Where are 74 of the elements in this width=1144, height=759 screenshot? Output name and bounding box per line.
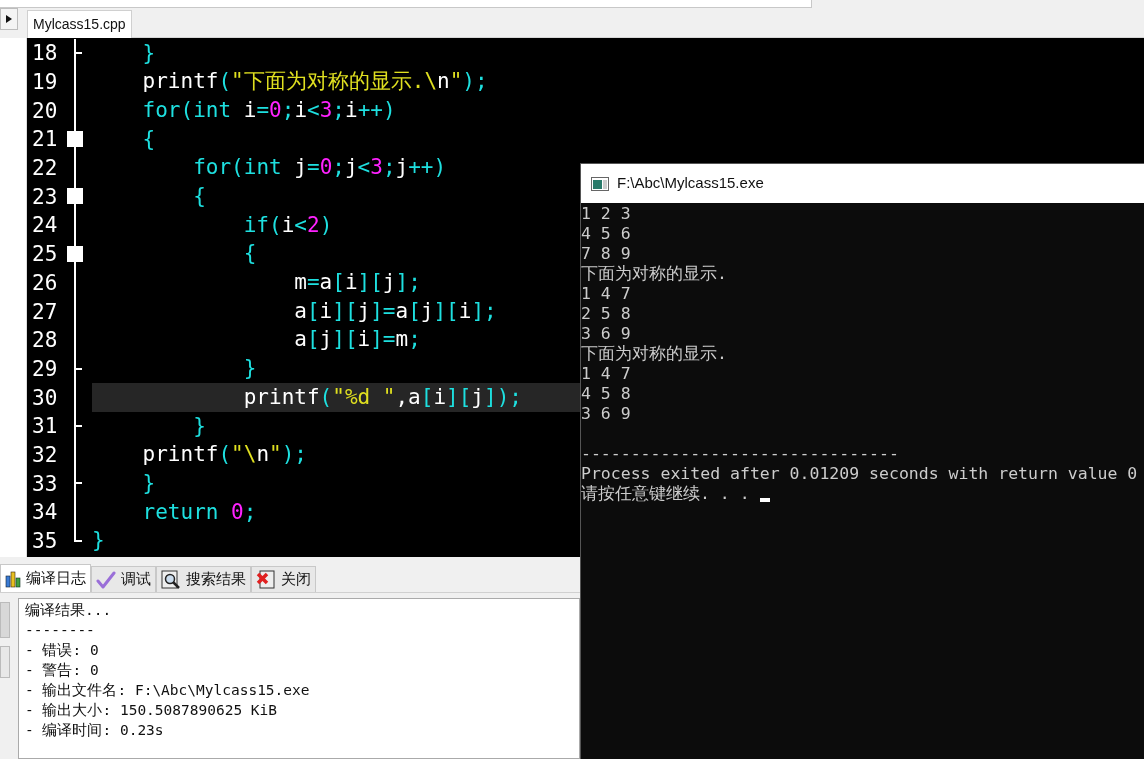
line-number: 31	[31, 413, 59, 441]
console-line: 下面为对称的显示.	[581, 264, 728, 284]
console-app-icon	[591, 176, 609, 191]
console-line: 4 5 6	[581, 224, 632, 244]
code-line: }	[141, 39, 156, 67]
log-line: - 输出大小: 150.5087890625 KiB	[25, 701, 279, 720]
check-icon	[96, 570, 116, 589]
console-line: --------------------------------	[581, 444, 899, 464]
code-line: {	[242, 240, 257, 268]
console-line: 3 6 9	[581, 404, 632, 424]
log-line: --------	[25, 621, 96, 640]
console-line: 3 6 9	[581, 324, 632, 344]
scroll-right-button[interactable]	[0, 8, 18, 30]
code-line: {	[192, 183, 206, 211]
panel-tab[interactable]: 编译日志	[0, 564, 91, 592]
editor-tab[interactable]: Mylcass15.cpp	[27, 10, 132, 38]
code-line: }	[242, 355, 257, 383]
fold-box-icon[interactable]	[67, 131, 83, 148]
text-cursor	[759, 498, 770, 502]
line-number: 29	[31, 355, 59, 383]
line-number: 22	[31, 155, 59, 183]
caret-right-icon	[6, 15, 12, 23]
log-line: 编译结果...	[25, 601, 113, 620]
panel-tab[interactable]: 调试	[91, 566, 156, 592]
code-line: m=a[i][j];	[293, 269, 421, 297]
console-line: 2 5 8	[581, 304, 632, 324]
search-icon	[161, 569, 181, 590]
line-number: 33	[31, 470, 59, 498]
log-line: - 警告: 0	[25, 661, 100, 680]
line-number: 32	[31, 441, 59, 469]
log-line: - 输出文件名: F:\Abc\Mylcass15.exe	[25, 681, 311, 700]
window-title: F:\Abc\Mylcass15.exe	[617, 173, 764, 194]
panel-tab[interactable]: 关闭	[251, 566, 316, 592]
code-line: a[j][i]=m;	[293, 326, 421, 354]
console-line: 4 5 8	[581, 384, 632, 404]
line-number: 28	[31, 327, 59, 355]
line-number: 25	[31, 241, 59, 269]
console-line: 1 4 7	[581, 284, 632, 304]
console-line: 7 8 9	[581, 244, 632, 264]
code-line: for(int i=0;i<3;i++)	[141, 96, 396, 124]
line-number: 35	[31, 528, 59, 556]
log-line: - 错误: 0	[25, 641, 100, 660]
code-line: for(int j=0;j<3;j++)	[192, 154, 447, 182]
line-number: 30	[31, 384, 59, 412]
line-number: 27	[31, 298, 59, 326]
fold-box-icon[interactable]	[67, 245, 83, 262]
line-number: 20	[31, 97, 59, 125]
console-line: 1 2 3	[581, 204, 632, 224]
code-line: }	[92, 527, 105, 555]
console-line: Process exited after 0.01209 seconds with return value 0	[581, 464, 1138, 484]
fold-box-icon[interactable]	[67, 188, 83, 205]
line-number: 21	[31, 126, 59, 154]
console-line: 1 4 7	[581, 364, 632, 384]
code-line: }	[192, 412, 206, 440]
code-line: printf("下面为对称的显示.\n");	[141, 68, 488, 96]
close-icon	[256, 569, 276, 590]
console-line: 下面为对称的显示.	[581, 344, 728, 364]
code-line: printf("\n");	[141, 441, 307, 469]
line-number: 19	[31, 69, 59, 97]
code-line: if(i<2)	[242, 211, 333, 239]
code-line: printf("%d ",a[i][j]);	[242, 383, 522, 411]
panel-tab[interactable]: 搜索结果	[156, 566, 251, 592]
line-number: 26	[31, 269, 59, 297]
code-line: {	[141, 125, 156, 153]
code-line: return 0;	[141, 498, 257, 526]
line-number: 23	[31, 183, 59, 211]
code-line: a[i][j]=a[j][i];	[293, 297, 497, 325]
code-line: }	[141, 469, 156, 497]
bar-chart-icon	[5, 569, 21, 588]
line-number: 34	[31, 499, 59, 527]
line-number: 18	[31, 40, 59, 68]
line-number: 24	[31, 212, 59, 240]
console-line: 请按任意键继续. . .	[581, 484, 750, 504]
log-line: - 编译时间: 0.23s	[25, 721, 165, 740]
